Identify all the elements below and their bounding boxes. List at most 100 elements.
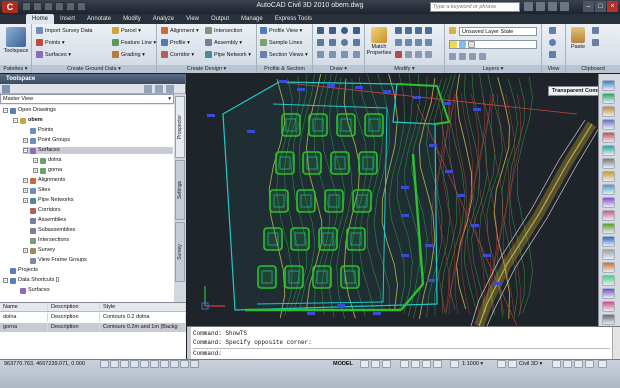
dynamic-ucs-icon[interactable] (160, 360, 169, 368)
help-icon[interactable] (560, 2, 569, 11)
toolspace-title[interactable]: Toolspace (0, 74, 185, 84)
minimize-button[interactable]: – (583, 1, 594, 12)
layer-properties-button[interactable] (449, 27, 456, 34)
tab-express-tools[interactable]: Express Tools (269, 14, 318, 24)
offset-tool[interactable] (415, 51, 422, 58)
toolspace-button[interactable]: Toolspace (2, 27, 30, 54)
toolspace-refresh-icon[interactable] (155, 85, 163, 93)
nav-icon-19[interactable] (602, 314, 615, 325)
annotation-visibility-icon[interactable] (497, 360, 506, 368)
nav-icon-18[interactable] (602, 301, 615, 312)
expand-icon[interactable]: + (33, 158, 38, 163)
tree-node[interactable]: + gorna (33, 167, 62, 174)
annotation-scale-icon[interactable] (450, 360, 459, 368)
tab-prospector[interactable]: Prospector (175, 96, 185, 158)
collapse-icon[interactable]: − (3, 108, 8, 113)
nav-icon-15[interactable] (602, 262, 615, 273)
nav-icon-11[interactable] (602, 210, 615, 221)
layer-tool-4[interactable] (479, 53, 486, 60)
layer-tool-3[interactable] (469, 53, 476, 60)
tree-node[interactable]: Assemblies (23, 217, 66, 224)
surfaces-button[interactable]: Surfaces ▾ (36, 51, 71, 58)
explode-tool[interactable] (405, 51, 412, 58)
drawing-canvas[interactable] (187, 74, 598, 326)
table-row[interactable]: dolna Description Contours 0.2 dolna (0, 313, 186, 322)
copy-tool[interactable] (405, 27, 412, 34)
column-header-style[interactable]: Style (100, 303, 186, 311)
cut-tool[interactable] (592, 27, 599, 34)
quick-view-drawings-icon[interactable] (382, 360, 391, 368)
views-tool[interactable] (549, 51, 556, 58)
tab-insert[interactable]: Insert (54, 14, 81, 24)
view-panel-title[interactable]: View (542, 65, 565, 73)
nav-icon-16[interactable] (602, 275, 615, 286)
nav-icon-14[interactable] (602, 249, 615, 260)
nav-icon-10[interactable] (602, 197, 615, 208)
alignment-button[interactable]: Alignment ▾ (161, 27, 199, 34)
tree-node[interactable]: Surfaces (13, 287, 50, 294)
layer-tool-2[interactable] (459, 53, 466, 60)
object-snap-icon[interactable] (140, 360, 149, 368)
hatch-tool[interactable] (329, 39, 336, 46)
circle-tool[interactable] (341, 27, 348, 34)
tree-node[interactable]: Intersections (23, 237, 69, 244)
nav-icon-4[interactable] (602, 119, 615, 130)
object-snap-tracking-icon[interactable] (150, 360, 159, 368)
polyline-tool[interactable] (329, 27, 336, 34)
status-menu-icon[interactable] (598, 360, 607, 368)
match-properties-button[interactable]: Match Properties (366, 27, 392, 56)
point-tool[interactable] (317, 51, 324, 58)
draw-panel-title[interactable]: Draw ▾ (313, 65, 364, 73)
array-tool[interactable] (425, 51, 432, 58)
expand-icon[interactable]: + (23, 248, 28, 253)
nav-icon-3[interactable] (602, 106, 615, 117)
lineweight-icon[interactable] (180, 360, 189, 368)
binoculars-icon[interactable] (524, 2, 533, 11)
tree-node[interactable]: Subassemblies (23, 227, 75, 234)
nav-icon-8[interactable] (602, 171, 615, 182)
tab-settings[interactable]: Settings (175, 160, 185, 220)
tree-node[interactable]: + Survey (23, 247, 55, 254)
star-icon[interactable] (548, 2, 557, 11)
quick-properties-icon[interactable] (190, 360, 199, 368)
assembly-button[interactable]: Assembly ▾ (205, 39, 242, 46)
layers-panel-title[interactable]: Layers ▾ (445, 65, 541, 73)
pipe-network-button[interactable]: Pipe Network ▾ (205, 51, 251, 58)
nav-icon-1[interactable] (602, 80, 615, 91)
tree-node[interactable]: Points (23, 127, 53, 134)
table-row-selected[interactable]: gorna Description Contours 0.2m and 1m (… (0, 323, 186, 332)
view-select[interactable]: Master View ▾ (0, 94, 174, 104)
snap-mode-icon[interactable] (100, 360, 109, 368)
expand-icon[interactable]: + (23, 198, 28, 203)
grid-mode-icon[interactable] (110, 360, 119, 368)
expand-icon[interactable]: + (23, 138, 28, 143)
column-header-description[interactable]: Description (48, 303, 100, 311)
move-tool[interactable] (395, 27, 402, 34)
tab-analyze[interactable]: Analyze (147, 14, 180, 24)
tree-node[interactable]: − Data Shortcuts [] (3, 277, 59, 284)
maximize-button[interactable]: □ (595, 1, 606, 12)
layout-icon[interactable] (360, 360, 369, 368)
toolspace-menu-icon[interactable] (2, 85, 10, 93)
tree-node[interactable]: + dolna (33, 157, 61, 164)
tab-view[interactable]: View (180, 14, 205, 24)
search-input[interactable]: Type a keyword or phrase (430, 2, 520, 12)
ortho-mode-icon[interactable] (120, 360, 129, 368)
parcel-button[interactable]: Parcel ▾ (112, 27, 141, 34)
nav-icon-6[interactable] (602, 145, 615, 156)
tree-node[interactable]: − obem (13, 117, 43, 124)
boundary-tool[interactable] (341, 51, 348, 58)
tab-manage[interactable]: Manage (235, 14, 269, 24)
fillet-tool[interactable] (425, 39, 432, 46)
tree-node[interactable]: Projects (3, 267, 38, 274)
dynamic-input-icon[interactable] (170, 360, 179, 368)
corridor-button[interactable]: Corridor ▾ (161, 51, 194, 58)
trim-tool[interactable] (415, 39, 422, 46)
intersection-button[interactable]: Intersection (205, 27, 242, 34)
polar-tracking-icon[interactable] (130, 360, 139, 368)
collapse-icon[interactable]: − (23, 148, 28, 153)
nav-icon-12[interactable] (602, 223, 615, 234)
annotation-scale-select[interactable]: 1:1000 ▾ (462, 361, 483, 367)
ground-data-panel-title[interactable]: Create Ground Data ▾ (32, 65, 156, 73)
drawing-svg[interactable] (187, 74, 598, 326)
